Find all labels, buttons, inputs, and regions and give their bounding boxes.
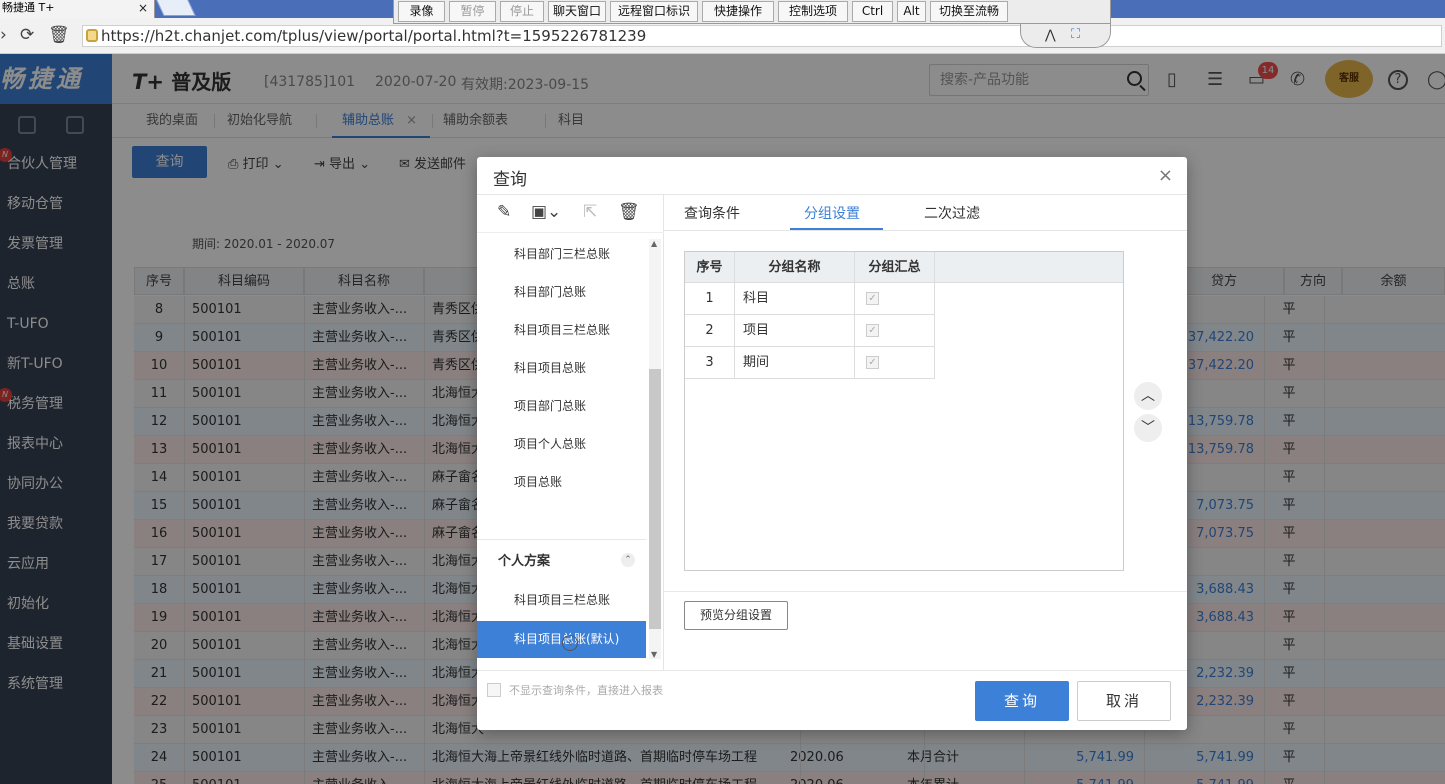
pin-icon[interactable]: ⋀ — [1045, 28, 1056, 43]
personal-scheme-item[interactable]: 科目项目三栏总账 — [514, 590, 610, 610]
query-confirm-button[interactable]: 查询 — [975, 681, 1069, 721]
chevron-up-icon[interactable]: ⌃ — [621, 553, 635, 567]
remote-btn-9[interactable]: 切换至流畅 — [930, 1, 1008, 22]
group-header-name: 分组名称 — [735, 252, 855, 283]
edit-icon[interactable]: ✎ — [497, 202, 511, 222]
tab-query-conditions[interactable]: 查询条件 — [684, 203, 740, 223]
remote-btn-8[interactable]: Alt — [897, 1, 926, 22]
group-header-blank — [935, 252, 1123, 283]
reload-icon[interactable]: ⟳ — [20, 25, 34, 45]
url-text: https://h2t.chanjet.com/tplus/view/porta… — [101, 27, 647, 45]
scheme-item[interactable]: 项目总账 — [514, 472, 562, 492]
group-row-summary: ✓ — [855, 315, 935, 347]
remote-btn-1[interactable]: 暂停 — [449, 1, 496, 22]
divider — [477, 539, 646, 540]
new-tab-button[interactable] — [156, 0, 196, 16]
scheme-item[interactable]: 科目项目总账 — [514, 358, 586, 378]
group-row-no: 1 — [685, 283, 735, 315]
scroll-up-icon[interactable]: ▲ — [651, 239, 657, 248]
url-field[interactable]: https://h2t.chanjet.com/tplus/view/porta… — [82, 25, 1442, 47]
remote-btn-6[interactable]: 控制选项 — [778, 1, 848, 22]
personal-scheme-header: 个人方案 — [498, 554, 551, 569]
tab-group-settings[interactable]: 分组设置 — [804, 203, 860, 223]
save-icon[interactable]: ▣⌄ — [531, 202, 561, 222]
divider — [477, 670, 1187, 671]
share-icon: ⇱ — [583, 202, 598, 222]
group-row-summary: ✓ — [855, 347, 935, 379]
group-row-name[interactable]: 科目 — [735, 283, 855, 315]
skip-conditions-label: 不显示查询条件，直接进入报表 — [509, 684, 663, 697]
scheme-item[interactable]: 科目项目三栏总账 — [514, 320, 610, 340]
remote-btn-2[interactable]: 停止 — [500, 1, 544, 22]
group-row-no: 3 — [685, 347, 735, 379]
close-icon[interactable]: × — [138, 0, 148, 16]
collapse-icon[interactable]: ‹ — [562, 635, 578, 651]
preview-group-button[interactable]: 预览分组设置 — [684, 601, 788, 630]
summary-checkbox[interactable]: ✓ — [866, 356, 879, 369]
group-row-no: 2 — [685, 315, 735, 347]
scheme-toolbar: ✎ ▣⌄ ⇱ 🗑 — [477, 195, 664, 233]
browser-tab[interactable]: 畅捷通 T+ × — [0, 0, 155, 18]
cancel-button[interactable]: 取消 — [1077, 681, 1171, 721]
summary-checkbox[interactable]: ✓ — [866, 324, 879, 337]
scheme-item[interactable]: 科目部门三栏总账 — [514, 244, 610, 264]
remote-toolbar: 录像 暂停 停止 聊天窗口 远程窗口标识 快捷操作 控制选项 Ctrl Alt 切换至流畅 — [393, 0, 1111, 24]
forward-icon[interactable]: › — [0, 25, 7, 45]
move-down-button[interactable]: ﹀ — [1134, 414, 1162, 442]
dialog-title: 查询 — [493, 170, 527, 190]
remote-btn-3[interactable]: 聊天窗口 — [548, 1, 606, 22]
remote-btn-7[interactable]: Ctrl — [852, 1, 893, 22]
lock-icon — [86, 29, 98, 42]
scroll-down-icon[interactable]: ▼ — [651, 650, 657, 659]
group-row-name[interactable]: 项目 — [735, 315, 855, 347]
remote-btn-0[interactable]: 录像 — [398, 1, 445, 22]
group-row-name[interactable]: 期间 — [735, 347, 855, 379]
skip-conditions-checkbox[interactable] — [487, 683, 501, 697]
scheme-panel: ✎ ▣⌄ ⇱ 🗑 个人方案 ⌃ 科目项目总账(默认) ▲ ▼ ‹ 科目部门三栏总… — [477, 195, 664, 670]
delete-icon[interactable]: 🗑 — [618, 202, 640, 222]
expand-icon[interactable]: ⛶ — [1071, 27, 1080, 42]
move-up-button[interactable]: ︿ — [1134, 382, 1162, 410]
group-table: 序号 分组名称 分组汇总 1 科目 ✓ 2 项目 ✓ 3 期间 ✓ — [684, 251, 1124, 571]
dialog-tabs: 查询条件 分组设置 二次过滤 — [664, 195, 1187, 231]
browser-tab-title: 畅捷通 T+ — [2, 1, 55, 14]
close-icon[interactable]: × — [1158, 165, 1173, 186]
tab-second-filter[interactable]: 二次过滤 — [924, 203, 980, 223]
remote-btn-5[interactable]: 快捷操作 — [702, 1, 774, 22]
summary-checkbox[interactable]: ✓ — [866, 292, 879, 305]
trash-icon[interactable]: 🗑 — [48, 25, 70, 45]
scheme-item[interactable]: 项目部门总账 — [514, 396, 586, 416]
active-tab-indicator — [790, 228, 883, 230]
group-row-summary: ✓ — [855, 283, 935, 315]
divider — [664, 591, 1187, 592]
group-header-no: 序号 — [685, 252, 735, 283]
scheme-item[interactable]: 项目个人总账 — [514, 434, 586, 454]
group-header-summary: 分组汇总 — [855, 252, 935, 283]
scrollbar[interactable]: ▲ ▼ — [649, 239, 661, 659]
remote-btn-4[interactable]: 远程窗口标识 — [610, 1, 698, 22]
scheme-item[interactable]: 科目部门总账 — [514, 282, 586, 302]
query-dialog: 查询 × ✎ ▣⌄ ⇱ 🗑 个人方案 ⌃ 科目项目总账(默认) ▲ ▼ ‹ 科目… — [477, 157, 1187, 730]
scrollbar-thumb[interactable] — [649, 369, 661, 629]
remote-toolbar-tail: ⋀ ⛶ — [1020, 24, 1111, 48]
